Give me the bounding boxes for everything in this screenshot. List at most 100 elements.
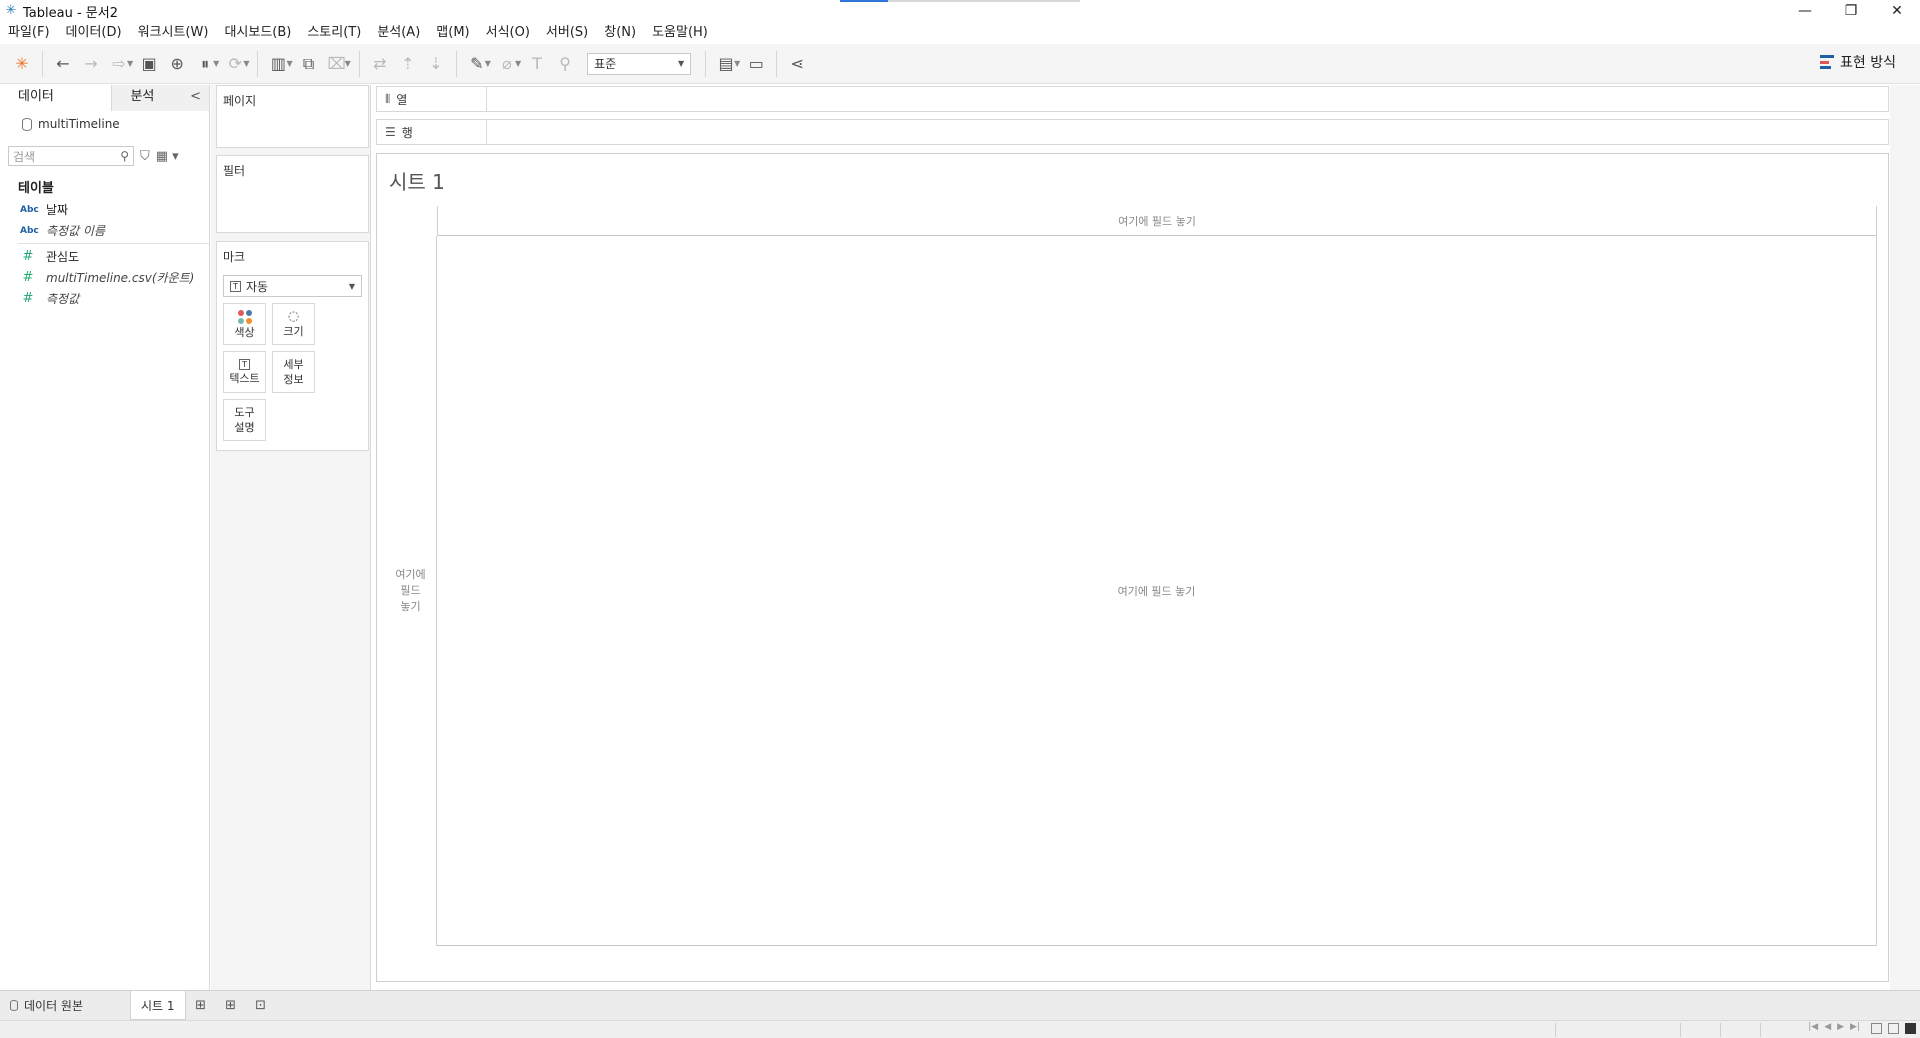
- field-date[interactable]: Abc 날짜: [0, 199, 209, 220]
- size-button[interactable]: ◌ 크기: [272, 303, 315, 345]
- chevron-down-icon: ▼: [348, 281, 355, 291]
- main-drop-zone[interactable]: 여기에 필드 놓기: [437, 236, 1877, 946]
- tooltip-button-label-2: 설명: [234, 421, 255, 434]
- menu-format[interactable]: 서식(O): [478, 22, 538, 44]
- menu-data[interactable]: 데이터(D): [58, 22, 130, 44]
- label-icon[interactable]: T: [523, 50, 551, 78]
- chevron-down-icon[interactable]: ▼: [127, 59, 133, 68]
- new-story-button[interactable]: ⊡: [246, 992, 276, 1020]
- color-button-label: 색상: [234, 325, 255, 339]
- detail-button[interactable]: 세부 정보: [272, 351, 315, 393]
- row-drop-zone[interactable]: 여기에 필드 놓기: [385, 236, 437, 946]
- first-sheet-icon[interactable]: |◀: [1808, 1022, 1818, 1032]
- share-icon[interactable]: ⋖: [783, 50, 811, 78]
- status-divider: [1760, 1023, 1761, 1037]
- tab-sheet-1[interactable]: 시트 1: [130, 991, 186, 1020]
- filmstrip-icon[interactable]: [1888, 1023, 1899, 1034]
- new-datasource-icon[interactable]: ⊕: [163, 50, 191, 78]
- minimize-button[interactable]: —: [1782, 0, 1828, 22]
- columns-label: 열: [396, 92, 408, 107]
- filters-card[interactable]: 필터: [216, 155, 369, 233]
- sheet-title[interactable]: 시트 1: [389, 166, 445, 195]
- next-sheet-icon[interactable]: ▶: [1837, 1022, 1844, 1032]
- tab-analysis[interactable]: 분석 <: [111, 85, 209, 111]
- menu-worksheet[interactable]: 워크시트(W): [130, 22, 217, 44]
- presentation-mode-icon[interactable]: ▭: [742, 50, 770, 78]
- string-type-icon: Abc: [20, 204, 39, 215]
- menu-map[interactable]: 맵(M): [428, 22, 477, 44]
- new-dashboard-button[interactable]: ⊞: [216, 992, 246, 1020]
- toolbar: ✳ ← → ⇨ ▼ ▣ ⊕ ⏸ ▼ ⟳ ▼ ▥ ▼ ⧉ ⌧ ▼ ⇄ ⇡ ⇣ ✎ ▼ ⌀ ▼ T…: [0, 44, 1920, 84]
- color-button[interactable]: 색상: [223, 303, 266, 345]
- column-drop-zone[interactable]: 여기에 필드 놓기: [437, 206, 1877, 236]
- sort-descending-icon[interactable]: ⇣: [422, 50, 450, 78]
- save-icon[interactable]: ▣: [135, 50, 163, 78]
- menu-window[interactable]: 창(N): [596, 22, 644, 44]
- mark-type-select[interactable]: T 자동 ▼: [223, 275, 362, 297]
- field-name: multiTimeline.csv(카운트): [46, 271, 195, 285]
- mark-type-value: 자동: [246, 279, 269, 294]
- datasource-name: multiTimeline: [38, 117, 120, 131]
- pin-icon[interactable]: ⚲: [551, 50, 579, 78]
- tooltip-button[interactable]: 도구 설명: [223, 399, 266, 441]
- number-type-icon: #: [22, 249, 34, 264]
- filter-icon[interactable]: ⛉: [140, 149, 150, 164]
- menu-server[interactable]: 서버(S): [538, 22, 596, 44]
- sheet-sorter-icon[interactable]: [1871, 1023, 1882, 1034]
- tableau-logo-icon: ✳: [5, 3, 17, 18]
- duplicate-icon[interactable]: ⧉: [295, 50, 323, 78]
- field-measure-values[interactable]: # 측정값: [0, 288, 209, 309]
- columns-shelf-label: ⦀ 열: [377, 87, 487, 111]
- show-me-button[interactable]: 표현 방식: [1820, 52, 1896, 72]
- search-input[interactable]: 검색 ⚲: [8, 146, 134, 166]
- progress-fill: [840, 0, 888, 2]
- chevron-down-icon: ▼: [677, 59, 685, 68]
- tableau-home-icon[interactable]: ✳: [8, 50, 36, 78]
- field-name: 측정값 이름: [46, 224, 106, 238]
- rows-shelf[interactable]: ☰ 행: [376, 119, 1889, 145]
- toolbar-separator: [776, 50, 778, 77]
- tab-data-source[interactable]: 데이터 원본: [0, 992, 130, 1020]
- menu-file[interactable]: 파일(F): [0, 22, 58, 44]
- tabs-view-icon[interactable]: [1905, 1023, 1916, 1034]
- menu-analysis[interactable]: 분석(A): [369, 22, 428, 44]
- right-margin: [1890, 85, 1920, 990]
- menu-dashboard[interactable]: 대시보드(B): [216, 22, 299, 44]
- restore-button[interactable]: ❐: [1828, 0, 1874, 22]
- number-type-icon: #: [22, 291, 34, 306]
- chevron-down-icon[interactable]: ▼: [734, 59, 740, 68]
- collapse-pane-icon[interactable]: <: [190, 85, 201, 109]
- size-icon: ◌: [287, 309, 300, 324]
- sort-ascending-icon[interactable]: ⇡: [394, 50, 422, 78]
- menu-story[interactable]: 스토리(T): [299, 22, 369, 44]
- chevron-down-icon[interactable]: ▼: [485, 59, 491, 68]
- toolbar-separator: [455, 50, 457, 77]
- chevron-down-icon[interactable]: ▼: [213, 59, 219, 68]
- chevron-down-icon[interactable]: ▼: [243, 59, 249, 68]
- close-button[interactable]: ✕: [1874, 0, 1920, 22]
- columns-shelf[interactable]: ⦀ 열: [376, 86, 1889, 112]
- datasource-item[interactable]: multiTimeline: [0, 111, 209, 137]
- chevron-down-icon[interactable]: ▼: [515, 59, 521, 68]
- field-interest[interactable]: # 관심도: [0, 246, 209, 267]
- pages-card[interactable]: 페이지: [216, 85, 369, 148]
- new-worksheet-button[interactable]: ⊞: [186, 992, 216, 1020]
- swap-icon[interactable]: ⇄: [366, 50, 394, 78]
- field-count[interactable]: # multiTimeline.csv(카운트): [0, 267, 209, 288]
- field-measure-names[interactable]: Abc 측정값 이름: [0, 220, 209, 241]
- view-options-icon[interactable]: ▦ ▾: [156, 149, 179, 164]
- text-button[interactable]: T 텍스트: [223, 351, 266, 393]
- row-drop-zone-line-2: 필드: [400, 584, 421, 597]
- undo-icon[interactable]: ←: [49, 50, 77, 78]
- prev-sheet-icon[interactable]: ◀: [1824, 1022, 1831, 1032]
- chevron-down-icon[interactable]: ▼: [286, 59, 292, 68]
- tab-data[interactable]: 데이터: [0, 85, 112, 111]
- menu-help[interactable]: 도움말(H): [644, 22, 716, 44]
- fit-select[interactable]: 표준 ▼: [587, 52, 692, 75]
- redo-icon[interactable]: →: [77, 50, 105, 78]
- mark-type-label: T 자동: [230, 278, 268, 295]
- cards-column: 페이지 필터 마크 T 자동 ▼ 색상 ◌ 크기 T 텍스트 세부 정보 도구 …: [211, 85, 371, 990]
- text-button-label: 텍스트: [229, 372, 260, 385]
- chevron-down-icon[interactable]: ▼: [345, 59, 351, 68]
- last-sheet-icon[interactable]: ▶|: [1850, 1022, 1860, 1032]
